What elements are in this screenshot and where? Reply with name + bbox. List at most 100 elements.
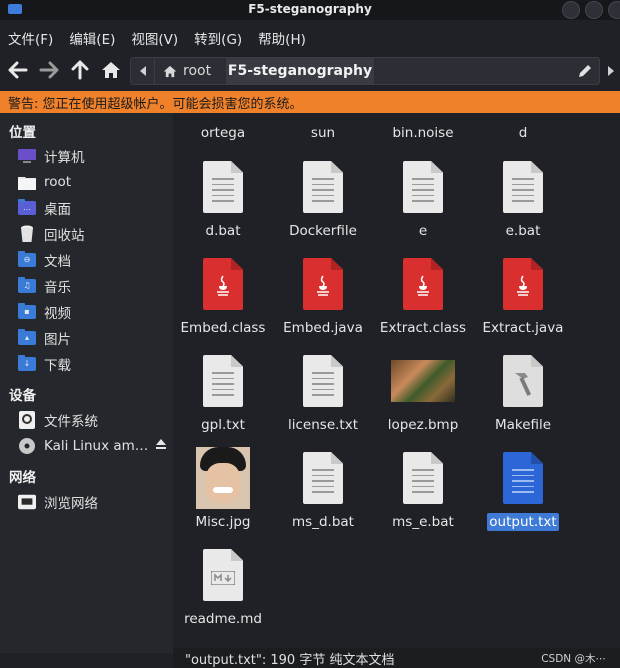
sidebar-item-downloads[interactable]: ↓ 下载 <box>18 353 173 375</box>
menu-go[interactable]: 转到(G) <box>194 28 242 48</box>
sidebar-item-desktop[interactable]: … 桌面 <box>18 197 173 219</box>
file-item[interactable]: e.bat <box>473 161 573 241</box>
text-document-icon <box>503 452 543 504</box>
path-scroll-left-button[interactable] <box>131 58 155 84</box>
file-item[interactable]: readme.md <box>173 549 273 629</box>
sidebar-item-trash[interactable]: 回收站 <box>18 223 173 245</box>
sidebar-item-label: root <box>44 174 72 190</box>
music-folder-icon: ♫ <box>18 277 36 294</box>
sidebar-item-label: 回收站 <box>44 228 85 244</box>
file-item[interactable]: Extract.class <box>373 258 473 338</box>
window-title: F5-steganography <box>248 2 372 16</box>
file-name: e <box>418 223 428 239</box>
menu-view[interactable]: 视图(V) <box>131 28 178 48</box>
image-thumbnail <box>391 360 455 402</box>
chevron-right-icon <box>607 66 614 76</box>
file-item[interactable]: ms_d.bat <box>273 452 373 532</box>
file-item[interactable]: ms_e.bat <box>373 452 473 532</box>
sidebar-header-network: 网络 <box>9 470 36 486</box>
menu-edit[interactable]: 编辑(E) <box>69 28 115 48</box>
java-file-icon <box>403 258 443 310</box>
file-item[interactable]: license.txt <box>273 355 373 435</box>
watermark: CSDN @木⋯ <box>541 652 606 665</box>
file-item[interactable]: bin.noise <box>373 113 473 143</box>
text-document-icon <box>303 452 343 504</box>
text-document-icon <box>203 161 243 213</box>
sidebar-item-label: 文件系统 <box>44 414 98 430</box>
arrow-up-icon <box>71 60 89 80</box>
maximize-button[interactable] <box>585 1 603 19</box>
file-name: ortega <box>200 125 246 141</box>
path-bar: root F5-steganography <box>130 57 600 85</box>
file-item[interactable]: sun <box>273 113 373 143</box>
file-name: e.bat <box>505 223 541 239</box>
breadcrumb-current-label: F5-steganography <box>227 63 373 79</box>
file-item[interactable]: e <box>373 161 473 241</box>
file-name: Extract.class <box>379 320 467 336</box>
eject-icon[interactable] <box>155 438 167 452</box>
toolbar: root F5-steganography <box>0 55 620 87</box>
file-item[interactable]: d.bat <box>173 161 273 241</box>
file-item[interactable]: Embed.class <box>173 258 273 338</box>
sidebar-header-devices: 设备 <box>9 388 36 404</box>
file-item-selected[interactable]: output.txt <box>473 452 573 532</box>
menu-bar: 文件(F) 编辑(E) 视图(V) 转到(G) 帮助(H) <box>0 25 620 51</box>
sidebar-item-label: 下载 <box>44 358 71 374</box>
file-item[interactable]: ortega <box>173 113 273 143</box>
sidebar-item-label: 图片 <box>44 332 71 348</box>
desktop-folder-icon: … <box>18 199 36 216</box>
breadcrumb-current[interactable]: F5-steganography <box>225 58 375 84</box>
path-scroll-right-button[interactable] <box>601 57 620 85</box>
menu-help[interactable]: 帮助(H) <box>258 28 306 48</box>
file-item[interactable]: lopez.bmp <box>373 355 473 435</box>
documents-folder-icon: ⊖ <box>18 251 36 268</box>
sidebar-item-music[interactable]: ♫ 音乐 <box>18 275 173 297</box>
computer-icon <box>18 148 36 164</box>
back-button[interactable] <box>5 57 31 83</box>
forward-button[interactable] <box>36 57 62 83</box>
sidebar-item-kali-disc[interactable]: Kali Linux am… <box>18 435 173 457</box>
file-item[interactable]: d <box>473 113 573 143</box>
file-item[interactable]: Extract.java <box>473 258 573 338</box>
home-button[interactable] <box>98 57 124 83</box>
arrow-left-icon <box>8 61 28 79</box>
sidebar-item-label: 浏览网络 <box>44 496 98 512</box>
file-name: Makefile <box>494 417 552 433</box>
file-name: output.txt <box>487 513 559 531</box>
sidebar-item-browse-network[interactable]: 浏览网络 <box>18 491 173 513</box>
sidebar-item-filesystem[interactable]: 文件系统 <box>18 409 173 431</box>
file-item[interactable]: Misc.jpg <box>173 447 273 535</box>
file-item[interactable]: Makefile <box>473 355 573 435</box>
file-item[interactable]: Embed.java <box>273 258 373 338</box>
text-document-icon <box>403 161 443 213</box>
sidebar-item-documents[interactable]: ⊖ 文档 <box>18 249 173 271</box>
root-warning-banner: 警告: 您正在使用超级帐户。可能会损害您的系统。 <box>0 91 620 113</box>
filesystem-icon <box>18 411 36 429</box>
trash-icon <box>18 225 36 242</box>
sidebar-item-pictures[interactable]: ▴ 图片 <box>18 327 173 349</box>
pictures-folder-icon: ▴ <box>18 329 36 346</box>
up-button[interactable] <box>67 57 93 83</box>
edit-location-button[interactable] <box>577 63 593 79</box>
status-text: "output.txt": 190 字节 纯文本文档 <box>185 652 395 668</box>
close-button[interactable] <box>608 1 620 19</box>
breadcrumb-root[interactable]: root <box>155 58 225 84</box>
text-document-icon <box>303 161 343 213</box>
sidebar-item-label: 视频 <box>44 306 71 322</box>
menu-file[interactable]: 文件(F) <box>8 28 53 48</box>
sidebar-item-computer[interactable]: 计算机 <box>18 145 173 167</box>
sidebar-item-root[interactable]: root <box>18 171 173 193</box>
minimize-button[interactable] <box>562 1 580 19</box>
file-name: d.bat <box>205 223 241 239</box>
file-item[interactable]: gpl.txt <box>173 355 273 435</box>
title-bar: F5-steganography <box>0 0 620 20</box>
file-name: Embed.java <box>283 320 363 336</box>
sidebar-item-videos[interactable]: ▪ 视频 <box>18 301 173 323</box>
file-item[interactable]: Dockerfile <box>273 161 373 241</box>
markdown-file-icon <box>203 549 243 601</box>
sidebar-header-places: 位置 <box>9 125 36 141</box>
optical-disc-icon <box>18 438 36 454</box>
file-name: Embed.class <box>180 320 266 336</box>
text-document-icon <box>403 452 443 504</box>
file-name: Misc.jpg <box>195 514 251 530</box>
